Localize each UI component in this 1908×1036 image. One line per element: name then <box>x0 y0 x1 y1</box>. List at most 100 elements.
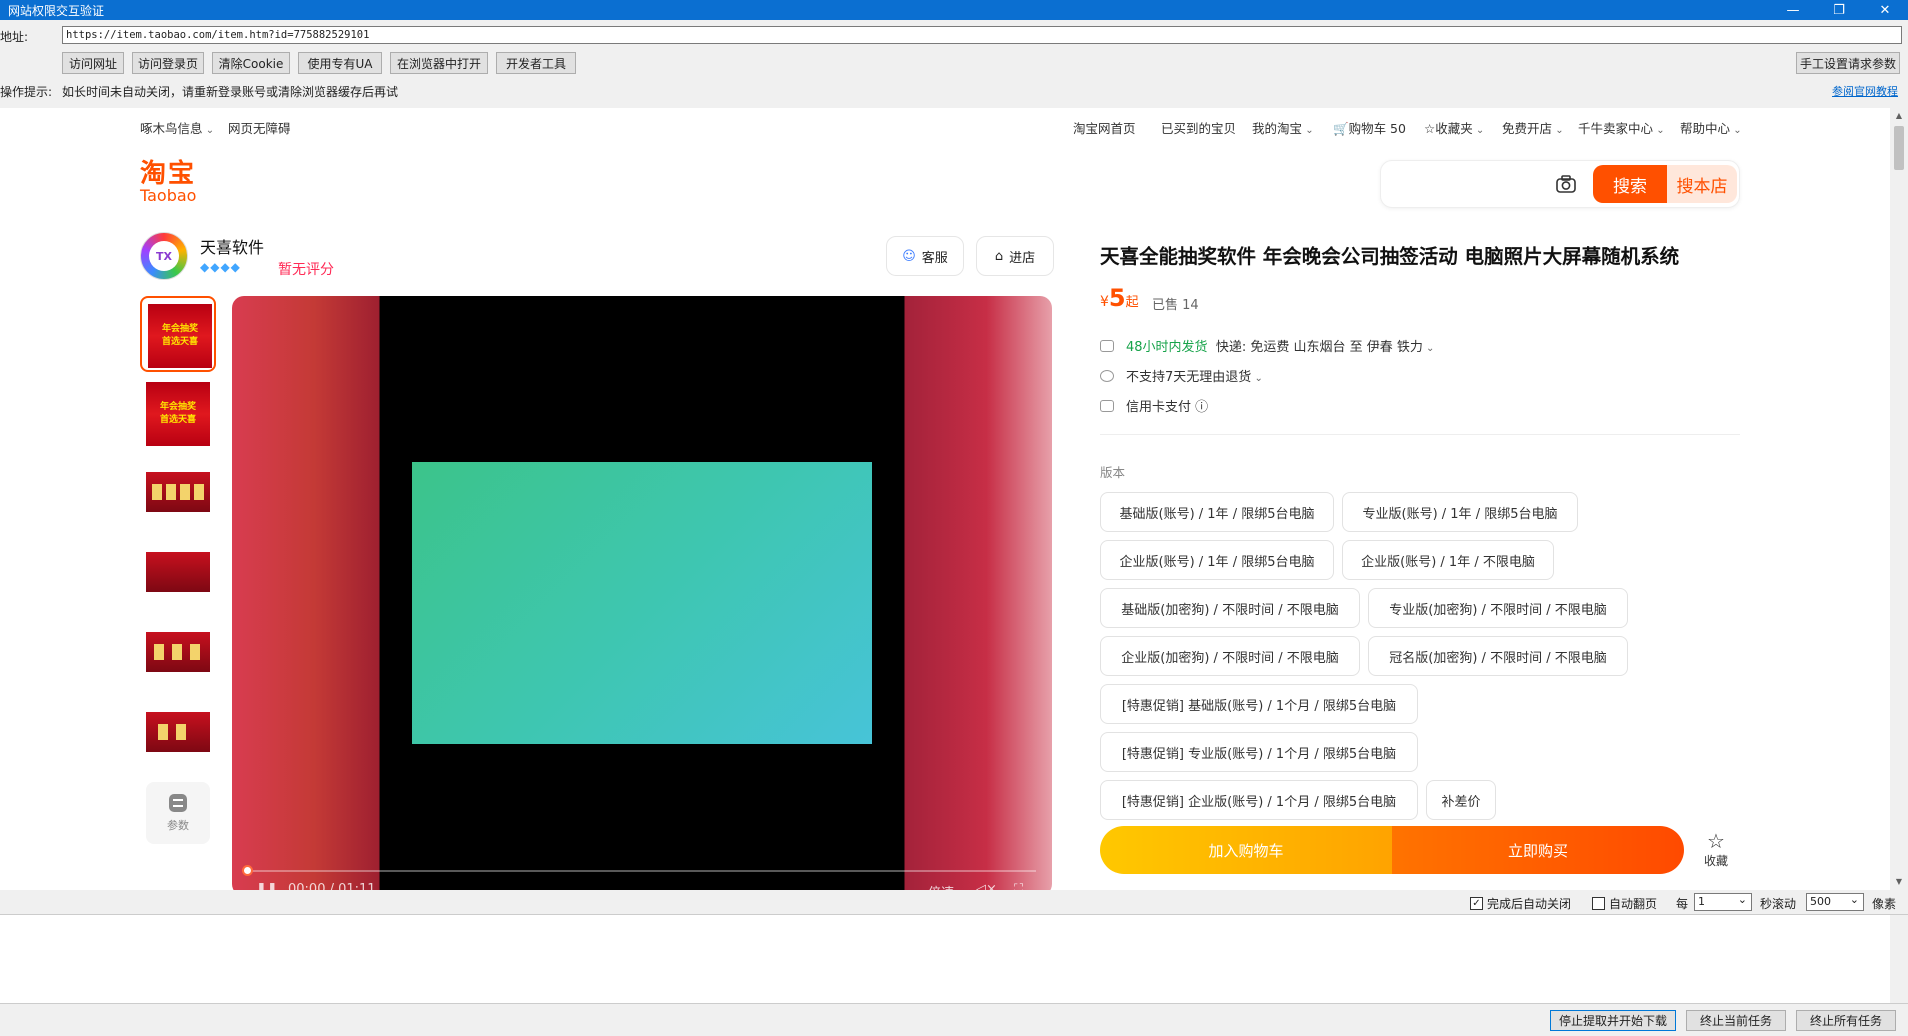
price-currency: ¥ <box>1100 294 1109 310</box>
viewport-scrollbar[interactable]: ▲ ▼ <box>1890 108 1908 890</box>
pixels-label: 像素 <box>1872 897 1897 911</box>
product-title: 天喜全能抽奖软件 年会晚会公司抽签活动 电脑照片大屏幕随机系统 <box>1100 245 1680 268</box>
divider <box>1100 434 1740 435</box>
window-titlebar: 网站权限交互验证 — ❐ ✕ <box>0 0 1908 20</box>
product-video[interactable]: ❚❚ 00:00 / 01:11 倍速 ◁× ⛶ <box>232 296 1052 890</box>
auto-close-checkbox[interactable]: ✓ 完成后自动关闭 <box>1470 895 1571 912</box>
thumbnail-1[interactable]: 年会抽奖 首选天喜 <box>140 296 216 372</box>
maximize-icon[interactable]: ❐ <box>1816 0 1862 20</box>
sku-option[interactable]: [特惠促销] 专业版(账号) / 1个月 / 限绑5台电脑 <box>1100 732 1418 772</box>
poster-line-2: 首选天喜 <box>161 337 198 347</box>
logo-cn: 淘宝 <box>140 159 197 189</box>
poster-line-1: 年会抽奖 <box>161 324 198 334</box>
address-input[interactable]: https://item.taobao.com/item.htm?id=7758… <box>62 26 1902 44</box>
devtools-button[interactable]: 开发者工具 <box>496 52 576 74</box>
stop-extract-button[interactable]: 停止提取并开始下载 <box>1550 1010 1676 1031</box>
topnav-home[interactable]: 淘宝网首页 <box>1073 118 1136 137</box>
help-link[interactable]: 参阅官网教程 <box>1832 83 1898 99</box>
browser-viewport: 啄木鸟信息 网页无障碍 淘宝网首页 已买到的宝贝 我的淘宝 🛒购物车 50 ☆收… <box>0 108 1890 890</box>
price-value: 5 <box>1108 284 1126 312</box>
sku-option[interactable]: [特惠促销] 企业版(账号) / 1个月 / 限绑5台电脑 <box>1100 780 1418 820</box>
taobao-logo[interactable]: 淘宝 Taobao <box>140 160 210 204</box>
task-buttons: 停止提取并开始下载 终止当前任务 终止所有任务 <box>0 1010 1908 1032</box>
pixels-select[interactable]: 500 <box>1806 892 1864 911</box>
topnav-cart[interactable]: 🛒购物车 50 <box>1333 118 1406 137</box>
tip-label: 操作提示: <box>0 85 53 99</box>
avatar-text: TX <box>149 241 179 271</box>
thumbnail-screenshot <box>146 472 210 512</box>
thumbnail-3[interactable] <box>140 456 216 532</box>
search-box[interactable]: 搜索 搜本店 <box>1380 160 1740 208</box>
shop-avatar[interactable]: TX <box>140 232 188 280</box>
address-label: 地址: <box>0 30 29 44</box>
thumbnail-6[interactable] <box>140 696 216 772</box>
sku-option[interactable]: 基础版(加密狗) / 不限时间 / 不限电脑 <box>1100 588 1360 628</box>
camera-icon[interactable] <box>1555 173 1577 195</box>
search-button[interactable]: 搜索 <box>1593 165 1667 203</box>
pause-icon[interactable]: ❚❚ <box>256 882 278 890</box>
log-area[interactable] <box>0 914 1908 1004</box>
thumbnail-4[interactable] <box>140 536 216 612</box>
sku-option[interactable]: 企业版(账号) / 1年 / 限绑5台电脑 <box>1100 540 1334 580</box>
ship-info[interactable]: 快递: 免运费 山东烟台 至 伊春 铁力 <box>1216 340 1435 355</box>
params-label: 参数 <box>167 819 189 832</box>
scroll-down-icon[interactable]: ▼ <box>1890 874 1908 890</box>
thumbnail-2[interactable]: 年会抽奖 首选天喜 <box>140 376 216 452</box>
open-in-browser-button[interactable]: 在浏览器中打开 <box>390 52 488 74</box>
visit-login-button[interactable]: 访问登录页 <box>132 52 204 74</box>
return-policy[interactable]: 不支持7天无理由退货 <box>1126 370 1263 385</box>
params-panel: 参数 <box>146 782 210 844</box>
topnav-my-taobao[interactable]: 我的淘宝 <box>1252 118 1314 137</box>
shop-name[interactable]: 天喜软件 <box>200 234 264 258</box>
speed-button[interactable]: 倍速 <box>928 882 954 890</box>
topnav-accessible[interactable]: 网页无障碍 <box>228 118 291 137</box>
topnav-user[interactable]: 啄木鸟信息 <box>140 118 214 137</box>
customer-service-button[interactable]: ☺ 客服 <box>886 236 964 276</box>
manual-params-button[interactable]: 手工设置请求参数 <box>1796 52 1900 74</box>
topnav-open-shop[interactable]: 免费开店 <box>1502 118 1564 137</box>
enter-shop-button[interactable]: ⌂ 进店 <box>976 236 1054 276</box>
video-frame <box>412 462 872 744</box>
video-progress-bar[interactable] <box>246 870 1036 872</box>
stop-current-button[interactable]: 终止当前任务 <box>1686 1010 1786 1031</box>
use-ua-button[interactable]: 使用专有UA <box>298 52 382 74</box>
sku-option[interactable]: 补差价 <box>1426 780 1496 820</box>
log-scrollbar[interactable] <box>1890 915 1908 1003</box>
cart-label: 购物车 50 <box>1348 121 1406 136</box>
purchase-bar: 加入购物车 立即购买 <box>1100 826 1684 874</box>
buy-now-button[interactable]: 立即购买 <box>1392 826 1684 874</box>
sku-option[interactable]: [特惠促销] 基础版(账号) / 1个月 / 限绑5台电脑 <box>1100 684 1418 724</box>
close-icon[interactable]: ✕ <box>1862 0 1908 20</box>
sku-option[interactable]: 专业版(账号) / 1年 / 限绑5台电脑 <box>1342 492 1578 532</box>
poster-line-1: 年会抽奖 <box>159 402 196 412</box>
sku-option[interactable]: 基础版(账号) / 1年 / 限绑5台电脑 <box>1100 492 1334 532</box>
auto-page-label: 自动翻页 <box>1609 897 1658 911</box>
topnav-favorites[interactable]: ☆收藏夹 <box>1424 118 1484 137</box>
clear-cookie-button[interactable]: 清除Cookie <box>212 52 290 74</box>
sku-option[interactable]: 冠名版(加密狗) / 不限时间 / 不限电脑 <box>1368 636 1628 676</box>
shipping-row: 48小时内发货 快递: 免运费 山东烟台 至 伊春 铁力 <box>1100 336 1434 355</box>
sku-option[interactable]: 专业版(加密狗) / 不限时间 / 不限电脑 <box>1368 588 1628 628</box>
topnav-bought[interactable]: 已买到的宝贝 <box>1161 118 1236 137</box>
topnav-seller-center[interactable]: 千牛卖家中心 <box>1578 118 1665 137</box>
favorites-label: 收藏夹 <box>1435 121 1473 136</box>
scrollbar-thumb[interactable] <box>1894 126 1904 170</box>
stop-all-button[interactable]: 终止所有任务 <box>1796 1010 1896 1031</box>
pages-select[interactable]: 1 <box>1694 892 1752 911</box>
add-to-cart-button[interactable]: 加入购物车 <box>1100 826 1392 874</box>
auto-page-checkbox[interactable]: 自动翻页 <box>1592 895 1657 912</box>
minimize-icon[interactable]: — <box>1770 0 1816 20</box>
search-shop-button[interactable]: 搜本店 <box>1667 165 1737 203</box>
topnav-help[interactable]: 帮助中心 <box>1680 118 1742 137</box>
sku-option[interactable]: 企业版(加密狗) / 不限时间 / 不限电脑 <box>1100 636 1360 676</box>
sku-option[interactable]: 企业版(账号) / 1年 / 不限电脑 <box>1342 540 1554 580</box>
thumbnail-poster: 年会抽奖 首选天喜 <box>148 304 212 368</box>
favorite-button[interactable]: ☆ 收藏 <box>1700 830 1732 869</box>
fullscreen-icon[interactable]: ⛶ <box>1014 882 1023 890</box>
thumbnail-5[interactable] <box>140 616 216 692</box>
visit-url-button[interactable]: 访问网址 <box>62 52 124 74</box>
scroll-up-icon[interactable]: ▲ <box>1890 108 1908 124</box>
video-progress-handle[interactable] <box>242 865 253 876</box>
params-button[interactable]: 参数 <box>140 782 216 858</box>
mute-icon[interactable]: ◁× <box>976 882 997 890</box>
